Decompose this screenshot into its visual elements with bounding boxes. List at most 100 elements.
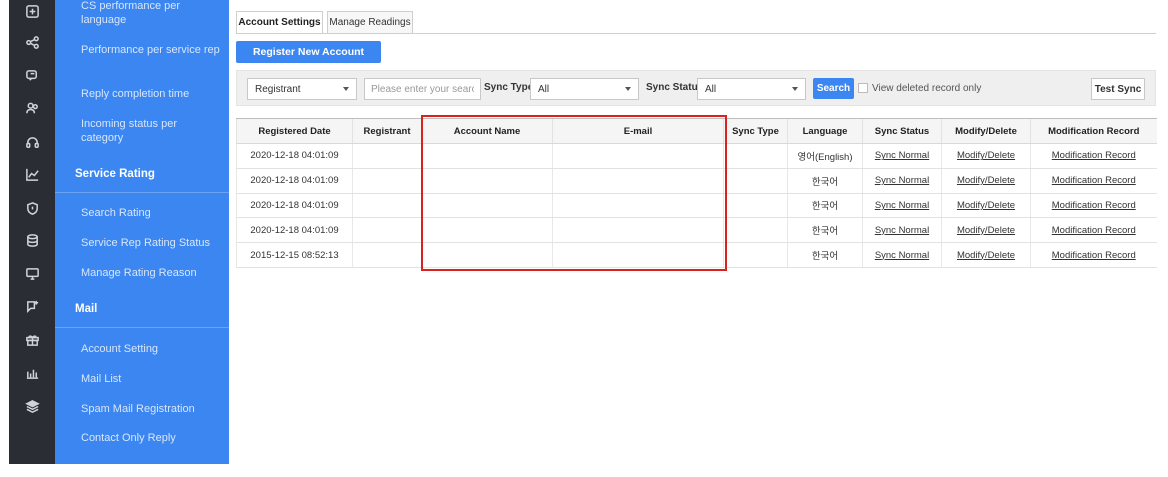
registered-date-cell: 2020-12-18 04:01:09 xyxy=(236,193,353,219)
modify-delete-link[interactable]: Modify/Delete xyxy=(957,150,1015,161)
users-icon[interactable] xyxy=(9,98,55,118)
modify-delete-link[interactable]: Modify/Delete xyxy=(957,175,1015,186)
table-row: 2020-12-18 04:01:09 한국어 Sync Normal Modi… xyxy=(236,168,1157,194)
email-cell xyxy=(552,143,724,169)
menu-section-service-rating[interactable]: Service Rating xyxy=(75,168,225,180)
bar-chart-icon[interactable] xyxy=(9,362,55,382)
column-header[interactable]: Account Name xyxy=(421,118,553,144)
modify-delete-link[interactable]: Modify/Delete xyxy=(957,250,1015,261)
app-root: CS performance per language Performance … xyxy=(0,0,1168,477)
modify-delete-link[interactable]: Modify/Delete xyxy=(957,200,1015,211)
menu-divider xyxy=(55,327,229,328)
table-row: 2020-12-18 04:01:09 영어(English) Sync Nor… xyxy=(236,143,1157,169)
menu-item-search-rating[interactable]: Search Rating xyxy=(81,206,221,220)
sync-type-cell xyxy=(723,143,788,169)
shield-icon[interactable] xyxy=(9,198,55,218)
chat-icon[interactable] xyxy=(9,65,55,85)
test-sync-button[interactable]: Test Sync xyxy=(1091,78,1145,100)
gift-icon[interactable] xyxy=(9,329,55,349)
register-new-account-button[interactable]: Register New Account xyxy=(236,41,381,63)
tab-account-settings[interactable]: Account Settings xyxy=(236,11,323,34)
registered-date-cell: 2020-12-18 04:01:09 xyxy=(236,217,353,244)
line-chart-icon[interactable] xyxy=(9,164,55,184)
search-input[interactable] xyxy=(364,78,481,100)
sync-status-select[interactable]: All xyxy=(697,78,806,100)
account-name-cell xyxy=(421,242,553,268)
chevron-down-icon xyxy=(343,87,349,91)
column-header[interactable]: Registered Date xyxy=(236,118,353,144)
menu-section-mail[interactable]: Mail xyxy=(75,303,225,315)
language-cell: 한국어 xyxy=(787,217,863,244)
modification-record-link[interactable]: Modification Record xyxy=(1052,250,1136,261)
account-name-cell xyxy=(421,217,553,244)
menu-item-incoming-status[interactable]: Incoming status per category xyxy=(81,117,221,145)
headset-icon[interactable] xyxy=(9,132,55,152)
sync-status-link[interactable]: Sync Normal xyxy=(875,175,929,186)
column-header[interactable]: Sync Status xyxy=(862,118,942,144)
sync-type-label: Sync Type xyxy=(484,82,534,93)
sync-status-link[interactable]: Sync Normal xyxy=(875,150,929,161)
menu-item-reply-completion-time[interactable]: Reply completion time xyxy=(81,87,221,101)
modification-record-link[interactable]: Modification Record xyxy=(1052,150,1136,161)
filter-bar: Registrant Sync Type All Sync Status All… xyxy=(236,70,1156,106)
account-name-cell xyxy=(421,193,553,219)
sync-status-link[interactable]: Sync Normal xyxy=(875,225,929,236)
column-header[interactable]: Sync Type xyxy=(723,118,788,144)
column-header[interactable]: Modification Record xyxy=(1030,118,1157,144)
email-cell xyxy=(552,217,724,244)
menu-item-account-setting[interactable]: Account Setting xyxy=(81,342,221,356)
sync-type-cell xyxy=(723,242,788,268)
sync-type-cell xyxy=(723,217,788,244)
chevron-down-icon xyxy=(625,87,631,91)
email-cell xyxy=(552,168,724,194)
column-header[interactable]: E-mail xyxy=(552,118,724,144)
menu-item-rep-rating-status[interactable]: Service Rep Rating Status xyxy=(81,236,221,250)
menu-item-mail-list[interactable]: Mail List xyxy=(81,372,221,386)
monitor-icon[interactable] xyxy=(9,263,55,283)
tab-divider xyxy=(236,33,1156,34)
registrant-cell xyxy=(352,168,422,194)
email-cell xyxy=(552,242,724,268)
side-menu: CS performance per language Performance … xyxy=(55,0,229,464)
menu-item-performance-per-rep[interactable]: Performance per service rep xyxy=(81,43,221,57)
message-plus-icon[interactable] xyxy=(9,296,55,316)
sync-status-link[interactable]: Sync Normal xyxy=(875,200,929,211)
column-header[interactable]: Registrant xyxy=(352,118,422,144)
deleted-only-checkbox[interactable] xyxy=(858,83,868,93)
column-header[interactable]: Modify/Delete xyxy=(941,118,1031,144)
sync-status-link[interactable]: Sync Normal xyxy=(875,250,929,261)
menu-item-spam-registration[interactable]: Spam Mail Registration xyxy=(81,402,221,416)
deleted-only-label: View deleted record only xyxy=(872,83,982,94)
database-icon[interactable] xyxy=(9,230,55,250)
registrant-cell xyxy=(352,217,422,244)
registrant-select-value: Registrant xyxy=(255,83,301,95)
modification-record-link[interactable]: Modification Record xyxy=(1052,200,1136,211)
sync-status-label: Sync Status xyxy=(646,82,704,93)
menu-divider xyxy=(55,192,229,193)
plus-square-icon[interactable] xyxy=(9,1,55,21)
language-cell: 영어(English) xyxy=(787,143,863,169)
email-cell xyxy=(552,193,724,219)
table-row: 2020-12-18 04:01:09 한국어 Sync Normal Modi… xyxy=(236,217,1157,244)
registrant-select[interactable]: Registrant xyxy=(247,78,357,100)
sync-type-select[interactable]: All xyxy=(530,78,639,100)
language-cell: 한국어 xyxy=(787,242,863,268)
registrant-cell xyxy=(352,143,422,169)
account-name-cell xyxy=(421,168,553,194)
registrant-cell xyxy=(352,242,422,268)
column-header[interactable]: Language xyxy=(787,118,863,144)
tab-manage-readings[interactable]: Manage Readings xyxy=(327,11,413,34)
sync-status-value: All xyxy=(705,83,717,95)
modification-record-link[interactable]: Modification Record xyxy=(1052,175,1136,186)
modification-record-link[interactable]: Modification Record xyxy=(1052,225,1136,236)
layers-icon[interactable] xyxy=(9,396,55,416)
accounts-table: Registered Date Registrant Account Name … xyxy=(236,118,1157,268)
menu-item-cs-performance-language[interactable]: CS performance per language xyxy=(81,0,221,27)
share-icon[interactable] xyxy=(9,32,55,52)
menu-item-rating-reason[interactable]: Manage Rating Reason xyxy=(81,266,221,280)
menu-item-contact-reply[interactable]: Contact Only Reply xyxy=(81,431,221,445)
registered-date-cell: 2020-12-18 04:01:09 xyxy=(236,143,353,169)
search-button[interactable]: Search xyxy=(813,78,854,99)
modify-delete-link[interactable]: Modify/Delete xyxy=(957,225,1015,236)
chevron-down-icon xyxy=(792,87,798,91)
